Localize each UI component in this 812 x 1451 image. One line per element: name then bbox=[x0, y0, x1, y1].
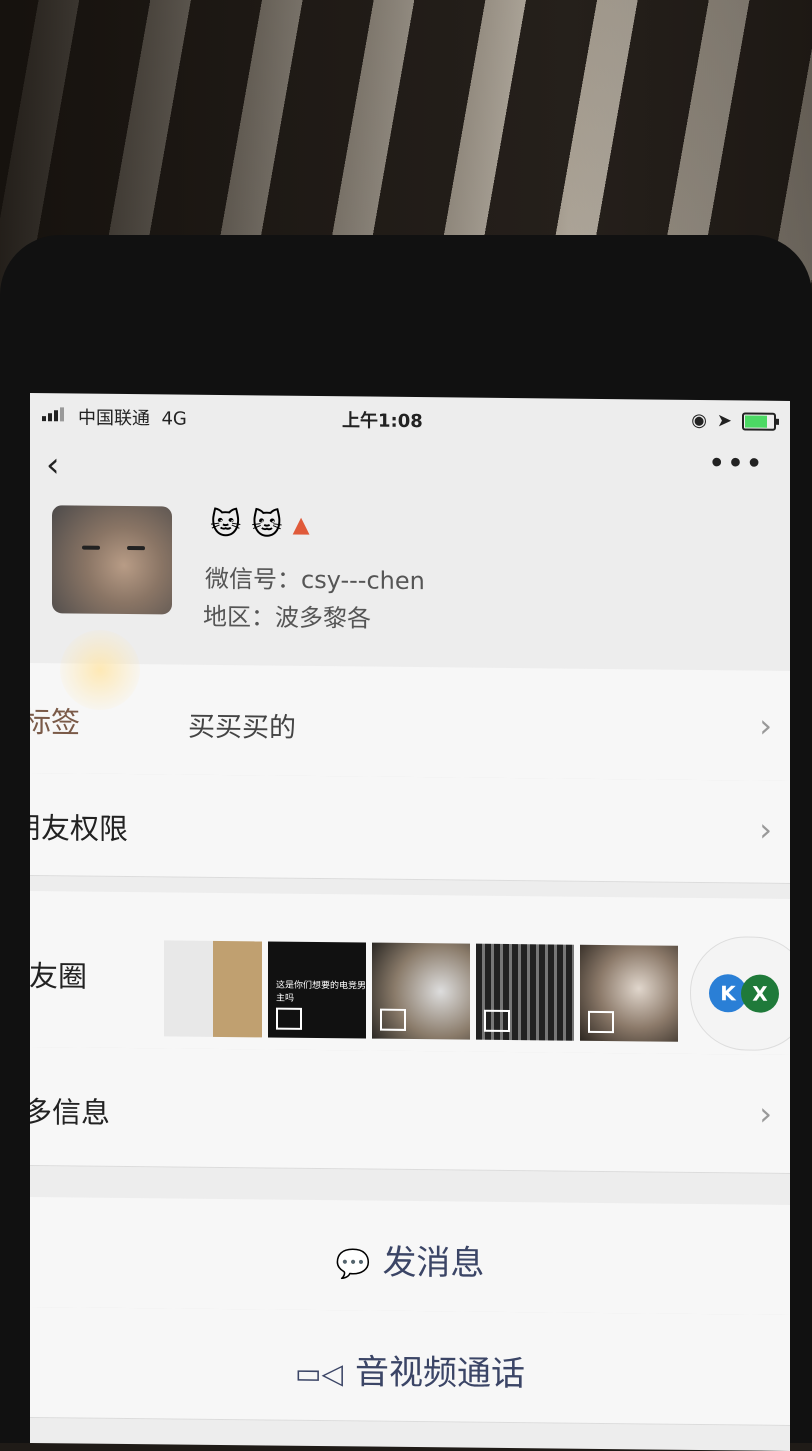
back-icon[interactable]: ‹ bbox=[46, 445, 60, 485]
region: 地区：波多黎各 bbox=[203, 602, 371, 633]
chat-bubble-icon: 💬 bbox=[335, 1247, 371, 1281]
video-call-label: 音视频通话 bbox=[355, 1352, 525, 1395]
status-icons: ◉ ➤ bbox=[691, 410, 776, 432]
status-time: 上午1:08 bbox=[342, 410, 423, 433]
orientation-lock-icon: ◉ bbox=[691, 409, 707, 432]
floating-widget[interactable]: K X bbox=[690, 935, 790, 1052]
person-icon: ▲ bbox=[292, 512, 310, 538]
moment-thumbnail[interactable]: 这是你们想要的电竞男主吗 bbox=[268, 941, 367, 1039]
moments-thumbnails: 这是你们想要的电竞男主吗 bbox=[164, 940, 678, 1042]
light-glare bbox=[60, 630, 140, 710]
tags-label: 标签 bbox=[30, 704, 81, 740]
thumbnail-caption: 这是你们想要的电竞男主吗 bbox=[276, 980, 367, 1004]
moment-thumbnail[interactable] bbox=[372, 942, 470, 1040]
video-icon bbox=[380, 1008, 406, 1031]
video-camera-icon: ▭◁ bbox=[295, 1356, 343, 1391]
phone-screen: 中国联通 4G 上午1:08 ◉ ➤ ‹ ••• 🐱 🐱 ▲ 微信号：csy--… bbox=[30, 393, 790, 1451]
send-message-label: 发消息 bbox=[382, 1242, 485, 1284]
carrier-label: 中国联通 4G bbox=[78, 407, 187, 430]
avatar[interactable] bbox=[52, 505, 172, 615]
video-icon bbox=[484, 1009, 510, 1033]
more-icon[interactable]: ••• bbox=[708, 446, 764, 482]
moments-row[interactable]: 朋友圈 这是你们想要的电竞男主吗 K X bbox=[30, 891, 790, 1056]
profile-header: 🐱 🐱 ▲ 微信号：csy---chen 地区：波多黎各 bbox=[30, 505, 790, 663]
moment-thumbnail[interactable] bbox=[476, 943, 574, 1041]
video-call-button[interactable]: ▭◁ 音视频通话 bbox=[30, 1307, 790, 1426]
nav-bar: ‹ ••• bbox=[30, 437, 790, 501]
moments-label: 朋友圈 bbox=[30, 958, 88, 994]
send-message-button[interactable]: 💬 发消息 bbox=[30, 1197, 790, 1316]
x-badge-icon[interactable]: X bbox=[741, 974, 779, 1013]
more-info-label: 更多信息 bbox=[30, 1094, 111, 1130]
cat-emoji: 🐱 bbox=[251, 507, 283, 543]
chevron-right-icon: › bbox=[759, 706, 772, 745]
more-info-row[interactable]: 更多信息 › bbox=[30, 1047, 790, 1174]
chevron-right-icon: › bbox=[759, 1094, 772, 1133]
status-bar: 中国联通 4G 上午1:08 ◉ ➤ bbox=[30, 393, 790, 445]
chevron-right-icon: › bbox=[759, 810, 772, 849]
battery-icon bbox=[742, 411, 776, 431]
nickname: 🐱 🐱 ▲ bbox=[210, 507, 309, 543]
wechat-id: 微信号：csy---chen bbox=[205, 564, 425, 596]
tags-row[interactable]: 标签 买买买的 › bbox=[30, 663, 790, 782]
moment-thumbnail[interactable] bbox=[164, 940, 262, 1038]
video-icon bbox=[588, 1010, 614, 1034]
friend-permissions-label: 朋友权限 bbox=[30, 810, 129, 847]
cat-emoji: 🐱 bbox=[210, 506, 242, 543]
friend-permissions-row[interactable]: 朋友权限 › bbox=[30, 773, 790, 884]
tags-value: 买买买的 bbox=[188, 711, 296, 744]
video-icon bbox=[276, 1007, 302, 1030]
signal-icon bbox=[42, 407, 64, 422]
moment-thumbnail[interactable] bbox=[580, 944, 678, 1042]
location-icon: ➤ bbox=[716, 410, 732, 432]
